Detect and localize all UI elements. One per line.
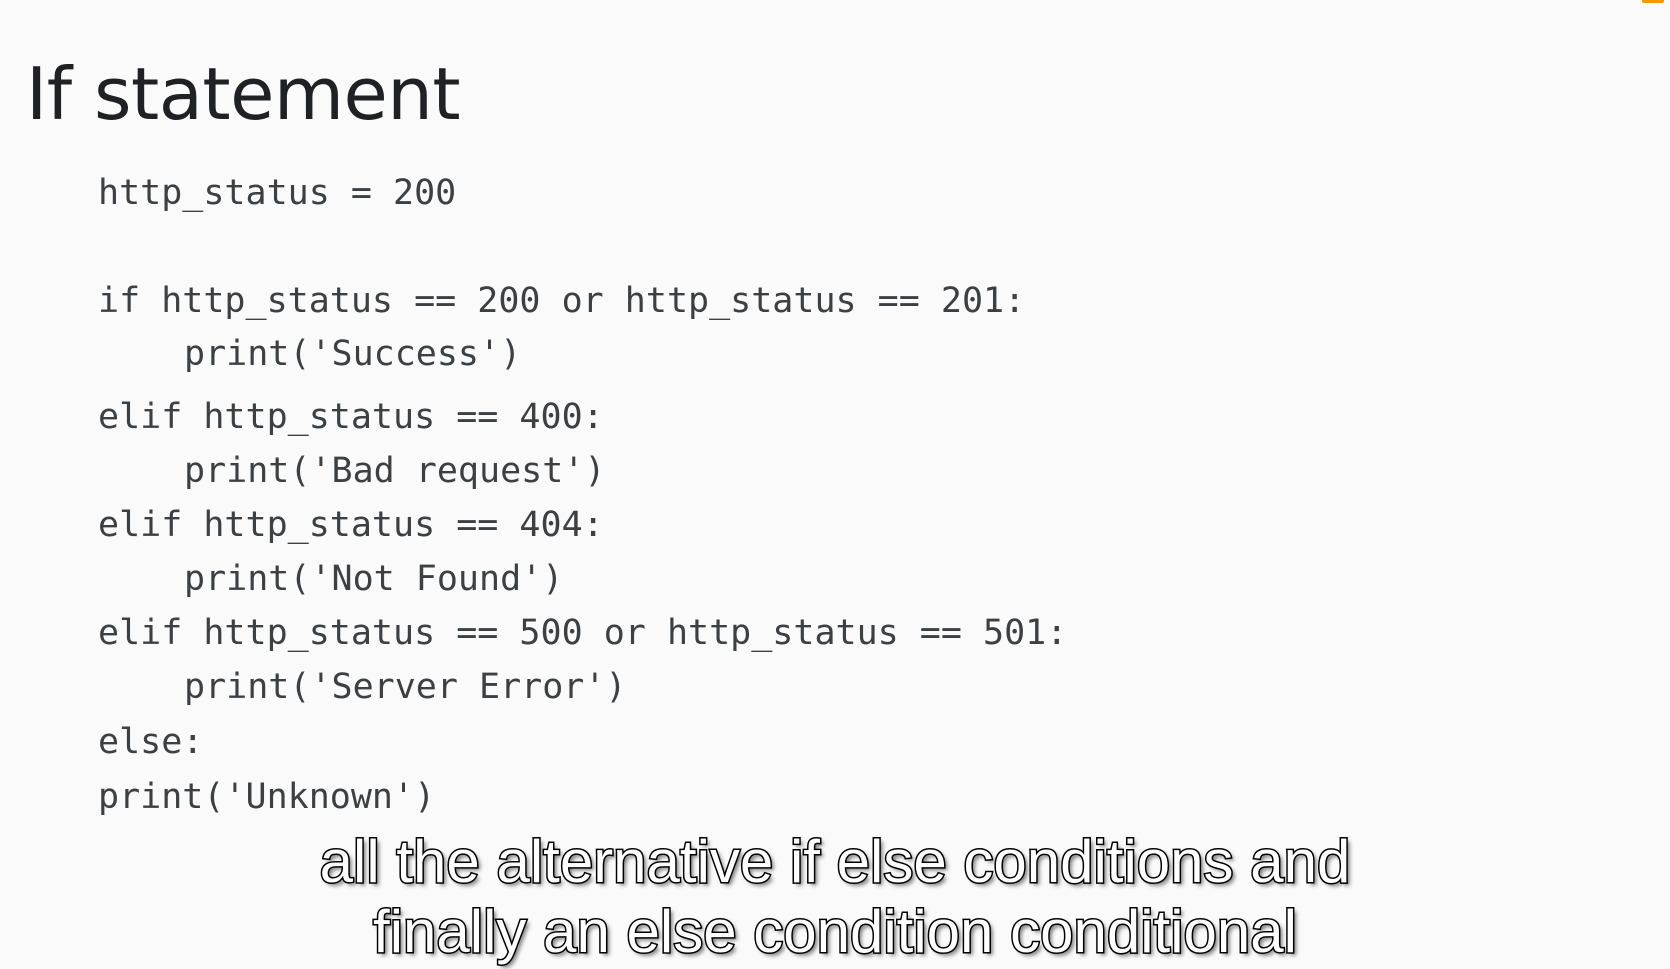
subtitle-line: finally an else condition conditional xyxy=(372,898,1299,965)
slide: If statement http_status = 200 if http_s… xyxy=(0,0,1670,969)
code-line: print('Unknown') xyxy=(98,777,436,817)
code-line: print('Bad request') xyxy=(184,451,606,491)
subtitle-line: all the alternative if else conditions a… xyxy=(318,828,1352,895)
code-line: http_status = 200 xyxy=(98,173,457,213)
slide-title: If statement xyxy=(26,52,461,136)
code-line: print('Server Error') xyxy=(184,667,627,707)
code-line: elif http_status == 400: xyxy=(98,397,604,437)
corner-mark xyxy=(1642,0,1664,3)
code-line: print('Success') xyxy=(184,334,522,374)
code-line: elif http_status == 404: xyxy=(98,505,604,545)
code-line: if http_status == 200 or http_status == … xyxy=(98,281,1026,321)
code-line: print('Not Found') xyxy=(184,559,564,599)
code-line: else: xyxy=(98,722,204,762)
code-line: elif http_status == 500 or http_status =… xyxy=(98,613,1068,653)
